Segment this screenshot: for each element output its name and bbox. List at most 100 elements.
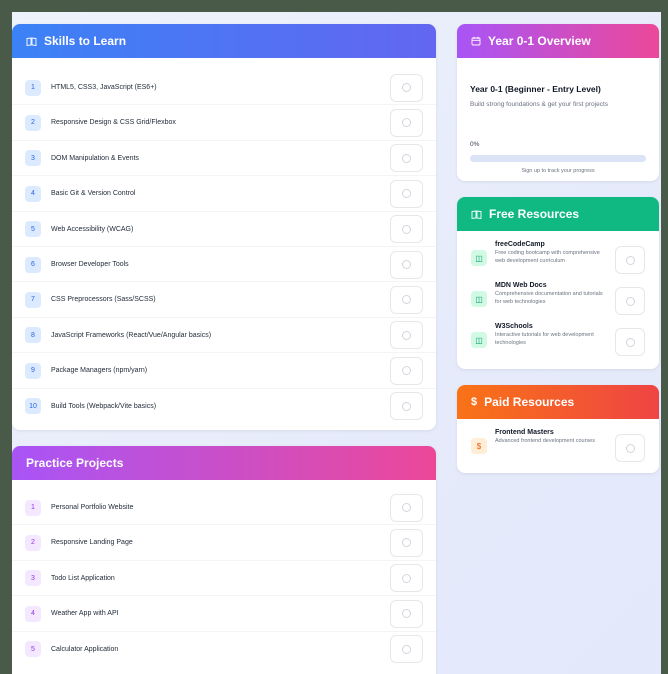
skill-item: 1 HTML5, CSS3, JavaScript (ES6+) [12, 70, 436, 105]
skill-item: 2 Responsive Design & CSS Grid/Flexbox [12, 105, 436, 140]
item-label: Calculator Application [51, 645, 119, 653]
complete-toggle-button[interactable] [390, 321, 423, 350]
item-label: Package Managers (npm/yarn) [51, 367, 148, 375]
circle-icon [402, 538, 411, 548]
circle-icon [402, 153, 411, 163]
circle-icon [402, 401, 411, 411]
resource-description: Advanced frontend development courses [495, 438, 595, 444]
circle-icon [402, 118, 411, 128]
skills-header: Skills to Learn [12, 24, 436, 58]
item-label: Build Tools (Webpack/Vite basics) [51, 402, 157, 410]
overview-header: Year 0-1 Overview [457, 24, 659, 58]
circle-icon [625, 296, 635, 306]
circle-icon [402, 189, 411, 199]
complete-toggle-button[interactable] [390, 493, 423, 522]
book-icon: ◫ [471, 291, 487, 307]
item-number: 9 [25, 362, 41, 379]
resource-description: Comprehensive documentation and tutorial… [495, 291, 603, 305]
complete-toggle-button[interactable] [615, 434, 645, 462]
resource-name[interactable]: W3Schools [495, 323, 605, 330]
project-item: 4 Weather App with API [12, 596, 436, 631]
book-icon [26, 36, 37, 46]
complete-toggle-button[interactable] [390, 215, 423, 244]
circle-icon [402, 295, 411, 305]
overview-title: Year 0-1 (Beginner - Entry Level) [470, 84, 601, 94]
skill-item: 7 CSS Preprocessors (Sass/SCSS) [12, 282, 436, 317]
complete-toggle-button[interactable] [390, 599, 423, 628]
project-item: 2 Responsive Landing Page [12, 525, 436, 560]
item-number: 3 [25, 570, 41, 587]
resource-name[interactable]: MDN Web Docs [495, 282, 605, 289]
circle-icon [402, 366, 411, 376]
item-label: Responsive Design & CSS Grid/Flexbox [51, 119, 176, 127]
complete-toggle-button[interactable] [390, 144, 423, 173]
complete-toggle-button[interactable] [615, 246, 645, 274]
dollar-icon: $ [471, 438, 487, 454]
overview-description: Build strong foundations & get your firs… [470, 101, 609, 108]
circle-icon [402, 609, 411, 619]
skills-title: Skills to Learn [44, 34, 127, 48]
resource-text: MDN Web Docs Comprehensive documentation … [495, 282, 605, 307]
complete-toggle-button[interactable] [615, 328, 645, 356]
skills-card: Skills to Learn 1 HTML5, CSS3, JavaScript… [12, 24, 436, 430]
complete-toggle-button[interactable] [390, 73, 423, 102]
paid-resources-title: Paid Resources [484, 395, 575, 409]
complete-toggle-button[interactable] [390, 392, 423, 421]
circle-icon [402, 573, 411, 583]
free-resources-header: Free Resources [457, 197, 659, 231]
book-icon: ◫ [471, 332, 487, 348]
progress-bar [470, 155, 646, 162]
skill-item: 9 Package Managers (npm/yarn) [12, 353, 436, 388]
complete-toggle-button[interactable] [390, 564, 423, 593]
paid-resources-card: $ Paid Resources $ Frontend Masters Advanc… [457, 385, 659, 473]
complete-toggle-button[interactable] [615, 287, 645, 315]
skill-item: 10 Build Tools (Webpack/Vite basics) [12, 389, 436, 424]
item-label: Weather App with API [51, 610, 119, 618]
complete-toggle-button[interactable] [390, 250, 423, 279]
projects-header: Practice Projects [12, 446, 436, 480]
item-label: Web Accessibility (WCAG) [51, 225, 134, 233]
resource-description: Free coding bootcamp with comprehensive … [495, 250, 600, 264]
circle-icon [625, 443, 635, 453]
circle-icon [402, 330, 411, 340]
circle-icon [402, 260, 411, 269]
complete-toggle-button[interactable] [390, 179, 423, 208]
overview-card: Year 0-1 Overview Year 0-1 (Beginner - E… [457, 24, 659, 181]
item-number: 3 [25, 150, 41, 167]
circle-icon [402, 83, 411, 92]
item-number: 1 [25, 499, 41, 516]
resource-name[interactable]: freeCodeCamp [495, 241, 605, 248]
item-number: 4 [25, 605, 41, 622]
item-label: JavaScript Frameworks (React/Vue/Angular… [51, 331, 212, 339]
resource-description: Interactive tutorials for web developmen… [495, 332, 594, 346]
resource-item: ◫ MDN Web Docs Comprehensive documentation… [457, 282, 659, 315]
item-label: Todo List Application [51, 574, 115, 582]
complete-toggle-button[interactable] [390, 356, 423, 385]
skill-item: 6 Browser Developer Tools [12, 247, 436, 282]
item-number: 1 [25, 79, 41, 96]
paid-resources-header: $ Paid Resources [457, 385, 659, 419]
project-item: 5 Calculator Application [12, 632, 436, 667]
skill-item: 3 DOM Manipulation & Events [12, 141, 436, 176]
item-label: DOM Manipulation & Events [51, 154, 139, 162]
item-number: 5 [25, 221, 41, 238]
resource-text: Frontend Masters Advanced frontend develo… [495, 429, 605, 446]
circle-icon [625, 337, 635, 347]
complete-toggle-button[interactable] [390, 285, 423, 314]
circle-icon [402, 644, 411, 654]
resource-text: freeCodeCamp Free coding bootcamp with co… [495, 241, 605, 266]
complete-toggle-button[interactable] [390, 635, 423, 664]
complete-toggle-button[interactable] [390, 528, 423, 557]
circle-icon [402, 224, 411, 234]
item-number: 2 [25, 534, 41, 551]
complete-toggle-button[interactable] [390, 108, 423, 137]
page-background: Skills to Learn 1 HTML5, CSS3, JavaScript… [12, 12, 661, 674]
projects-card: Practice Projects 1 Personal Portfolio We… [12, 446, 436, 674]
item-number: 8 [25, 327, 41, 344]
skill-item: 5 Web Accessibility (WCAG) [12, 212, 436, 247]
resource-name[interactable]: Frontend Masters [495, 429, 605, 436]
signup-link[interactable]: Sign up to track your progress [470, 168, 646, 174]
item-label: Personal Portfolio Website [51, 504, 134, 511]
resource-text: W3Schools Interactive tutorials for web d… [495, 323, 605, 348]
item-number: 4 [25, 185, 41, 202]
